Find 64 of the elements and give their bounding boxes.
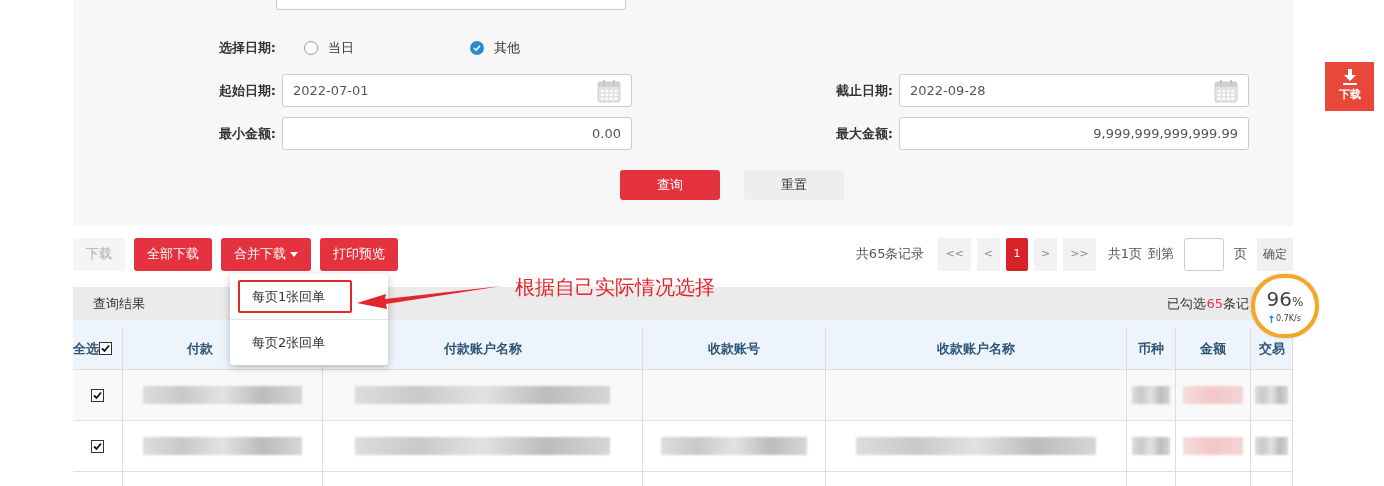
page-button[interactable]: >> <box>1063 237 1096 271</box>
field-value: 2022-09-28 <box>910 81 987 100</box>
field-label: 最大金额: <box>834 124 893 143</box>
blurred-text-drawing <box>1255 386 1288 404</box>
confirm-button[interactable]: 确定 <box>1257 237 1293 271</box>
field-value: 2022-07-01 <box>293 81 370 100</box>
blurred-text-drawing <box>1183 437 1243 455</box>
table-header-cell: 收款账号 <box>643 328 826 369</box>
menu-item[interactable]: 每页1张回单 <box>238 280 352 313</box>
annotation-text: 根据自己实际情况选择 <box>515 274 715 301</box>
blurred-text-drawing <box>1131 386 1171 404</box>
toolbar-button[interactable]: 合并下载 <box>221 237 311 271</box>
check-icon <box>92 389 103 401</box>
field-label: 选择日期: <box>217 39 276 58</box>
toolbar-button[interactable]: 全部下载 <box>134 237 212 271</box>
field-value: 9,999,999,999,999.99 <box>1093 124 1238 143</box>
calendar-icon[interactable] <box>1214 78 1238 103</box>
field-label: 最小金额: <box>217 124 276 143</box>
selected-count: 已勾选65条记 <box>1167 294 1249 313</box>
input-field[interactable]: 2022-07-01 <box>282 74 632 107</box>
page-count: 共1页 <box>1107 245 1142 264</box>
calendar-icon[interactable] <box>597 78 621 103</box>
table-header-cell: 收款账户名称 <box>826 328 1127 369</box>
check-icon <box>100 343 111 354</box>
checkbox[interactable] <box>99 342 112 355</box>
table-header-cell: 金额 <box>1176 328 1251 369</box>
select-all-label: 全选 <box>73 339 99 358</box>
reset-button[interactable]: 重置 <box>744 170 844 200</box>
page-input[interactable] <box>1184 237 1224 271</box>
page-button[interactable]: > <box>1034 237 1058 271</box>
page-button[interactable]: < <box>976 237 1001 271</box>
page-unit: 页 <box>1234 245 1247 264</box>
radio-label: 其他 <box>494 39 520 58</box>
side-download-button[interactable]: 下载 <box>1325 62 1374 111</box>
field-label: 截止日期: <box>834 81 893 100</box>
page-button[interactable]: << <box>938 237 971 271</box>
caret-icon <box>290 251 298 257</box>
input-field[interactable]: 2022-09-28 <box>899 74 1249 107</box>
goto-label: 到第 <box>1148 245 1174 264</box>
blurred-text-drawing <box>1183 386 1243 404</box>
checkbox[interactable] <box>91 388 104 402</box>
check-icon <box>472 43 482 53</box>
radio-button[interactable] <box>470 41 484 55</box>
record-count: 共65条记录 <box>855 245 925 264</box>
field-label: 起始日期: <box>217 81 276 100</box>
arrow-up-icon <box>1269 314 1275 323</box>
radio-button[interactable] <box>304 41 318 55</box>
percent-text: 96% <box>1266 287 1304 313</box>
query-button[interactable]: 查询 <box>620 170 720 200</box>
download-icon <box>1341 69 1358 86</box>
input-field[interactable] <box>276 0 626 10</box>
input-field[interactable]: 9,999,999,999,999.99 <box>899 117 1249 150</box>
radio-label: 当日 <box>328 39 354 58</box>
page-button[interactable]: 1 <box>1006 237 1029 271</box>
checkbox[interactable] <box>91 439 104 453</box>
speed-text: 0.7K/s <box>1276 312 1301 325</box>
input-field[interactable]: 0.00 <box>282 117 632 150</box>
blurred-text-drawing <box>1131 437 1171 455</box>
field-value: 0.00 <box>592 124 621 143</box>
table-header-cell: 币种 <box>1127 328 1176 369</box>
blurred-text-drawing <box>1255 437 1288 455</box>
check-icon <box>92 440 103 452</box>
toolbar-button[interactable]: 打印预览 <box>320 237 398 271</box>
results-title: 查询结果 <box>93 294 145 313</box>
